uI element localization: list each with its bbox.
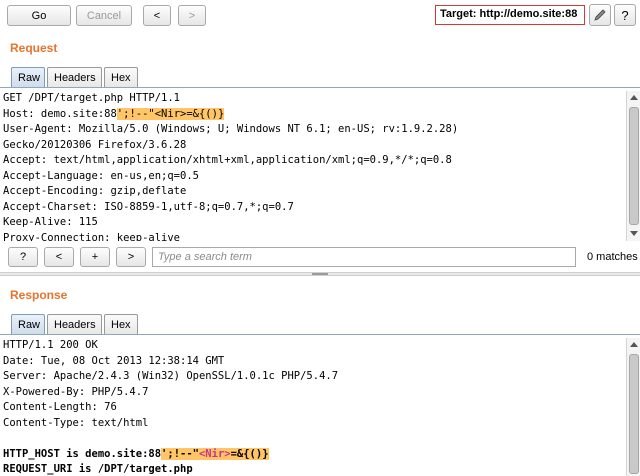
response-line: HTTP/1.1 200 OK: [3, 339, 98, 351]
back-button[interactable]: <: [143, 5, 171, 26]
tab-request-raw[interactable]: Raw: [11, 67, 45, 87]
scroll-up-icon[interactable]: [630, 342, 638, 347]
forward-button[interactable]: >: [178, 5, 206, 26]
divider-grip-icon[interactable]: [312, 273, 328, 275]
cancel-button[interactable]: Cancel: [76, 5, 132, 26]
search-next-button[interactable]: >: [116, 247, 146, 267]
request-line: Accept-Charset: ISO-8859-1,utf-8;q=0.7,*…: [3, 200, 294, 213]
response-host-line: HTTP_HOST is demo.site:88';!--"<Nir>=&{(…: [3, 447, 269, 460]
request-host-line: Host: demo.site:88';!--"<Nir>=&{()}: [3, 107, 225, 120]
response-editor[interactable]: HTTP/1.1 200 OK Date: Tue, 08 Oct 2013 1…: [0, 338, 626, 476]
pencil-icon: [593, 8, 607, 22]
response-line: Content-Length: 76: [3, 401, 117, 413]
request-title: Request: [10, 41, 58, 55]
target-label: Target: http://demo.site:88: [435, 5, 585, 25]
tab-request-headers[interactable]: Headers: [47, 67, 102, 87]
response-line: Content-Type: text/html: [3, 416, 149, 429]
help-button[interactable]: ?: [614, 4, 636, 26]
request-line: Accept: text/html,application/xhtml+xml,…: [3, 154, 452, 166]
request-line: Accept-Language: en-us,en;q=0.5: [3, 169, 199, 182]
response-uri-line: REQUEST_URI is /DPT/target.php: [3, 463, 193, 475]
request-scroll-thumb[interactable]: [629, 107, 639, 225]
edit-target-button[interactable]: [589, 4, 611, 26]
request-line: User-Agent: Mozilla/5.0 (Windows; U; Win…: [3, 123, 459, 135]
request-line: Accept-Encoding: gzip,deflate: [3, 185, 187, 197]
search-prev-button[interactable]: <: [44, 247, 74, 267]
response-line: X-Powered-By: PHP/5.4.7: [3, 385, 149, 398]
go-button[interactable]: Go: [7, 5, 71, 26]
scroll-down-icon[interactable]: [630, 231, 638, 236]
request-line: GET /DPT/target.php HTTP/1.1: [3, 92, 181, 104]
response-line: Server: Apache/2.4.3 (Win32) OpenSSL/1.0…: [3, 370, 339, 382]
request-line: Keep-Alive: 115: [3, 216, 98, 228]
tab-response-hex[interactable]: Hex: [104, 314, 138, 334]
request-line: Proxy-Connection: keep-alive: [3, 231, 181, 242]
response-blank-line: [0, 431, 626, 447]
search-input[interactable]: [152, 247, 576, 267]
request-line: Gecko/20120306 Firefox/3.6.28: [3, 138, 187, 151]
response-title: Response: [10, 288, 68, 302]
tab-request-hex[interactable]: Hex: [104, 67, 138, 87]
request-scrollbar[interactable]: [626, 91, 640, 241]
tab-response-headers[interactable]: Headers: [47, 314, 102, 334]
request-editor[interactable]: GET /DPT/target.php HTTP/1.1 Host: demo.…: [0, 91, 626, 241]
response-scroll-thumb[interactable]: [629, 354, 639, 474]
search-add-button[interactable]: +: [80, 247, 110, 267]
search-help-button[interactable]: ?: [8, 247, 38, 267]
scroll-up-icon[interactable]: [630, 95, 638, 100]
response-scrollbar[interactable]: [626, 338, 640, 476]
response-line: Date: Tue, 08 Oct 2013 12:38:14 GMT: [3, 354, 225, 367]
search-matches: 0 matches: [587, 251, 638, 263]
tab-response-raw[interactable]: Raw: [11, 314, 45, 334]
